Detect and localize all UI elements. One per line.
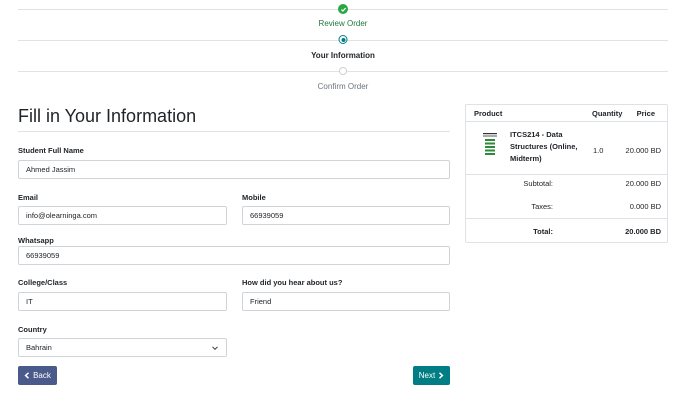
college-label: College/Class xyxy=(18,278,68,287)
product-column-header: Product xyxy=(474,109,503,118)
heard-about-input[interactable]: Friend xyxy=(242,292,450,311)
total-divider xyxy=(466,218,667,219)
cart-line-item: ITCS214 - Data Structures (Online, Midte… xyxy=(466,122,667,175)
step-review-order[interactable]: Review Order xyxy=(263,19,423,28)
checkout-progress: Review Order Your Information Confirm Or… xyxy=(18,0,668,96)
mobile-input[interactable]: 66939059 xyxy=(242,206,450,225)
email-input[interactable]: info@olearninga.com xyxy=(18,206,227,225)
price-column-header: Price xyxy=(636,109,655,118)
student-name-label: Student Full Name xyxy=(18,146,84,155)
country-selected-value: Bahrain xyxy=(26,343,52,352)
subtotal-value: 20.000 BD xyxy=(625,179,661,188)
order-summary-header: Product Quantity Price xyxy=(466,105,667,122)
mobile-label: Mobile xyxy=(242,193,266,202)
product-price: 20.000 BD xyxy=(625,146,661,155)
product-thumbnail xyxy=(482,132,498,158)
whatsapp-label: Whatsapp xyxy=(18,236,54,245)
step-done-icon xyxy=(338,4,348,14)
step-current-icon xyxy=(338,35,348,44)
step-confirm-order: Confirm Order xyxy=(317,82,369,91)
chevron-right-icon xyxy=(439,372,444,379)
country-label: Country xyxy=(18,325,47,334)
title-divider xyxy=(18,131,450,132)
chevron-left-icon xyxy=(24,372,30,379)
back-button[interactable]: Back xyxy=(18,366,57,385)
product-quantity: 1.0 xyxy=(593,146,604,155)
step-your-information: Your Information xyxy=(311,51,375,60)
whatsapp-input[interactable]: 66939059 xyxy=(18,246,450,265)
order-summary: Product Quantity Price ITCS214 - Data St… xyxy=(465,104,668,243)
total-value: 20.000 BD xyxy=(625,227,661,236)
college-input[interactable]: IT xyxy=(18,292,227,311)
total-label: Total: xyxy=(533,227,553,236)
chevron-down-icon xyxy=(212,346,218,351)
next-button[interactable]: Next xyxy=(413,366,450,385)
email-label: Email xyxy=(18,193,39,202)
next-button-label: Next xyxy=(418,371,436,380)
quantity-column-header: Quantity xyxy=(592,109,623,118)
country-select[interactable]: Bahrain xyxy=(18,338,227,357)
product-name[interactable]: ITCS214 - Data Structures (Online, Midte… xyxy=(510,129,582,165)
heard-about-label: How did you hear about us? xyxy=(242,278,343,287)
back-button-label: Back xyxy=(33,371,51,380)
step-pending-icon xyxy=(339,67,347,75)
taxes-value: 0.000 BD xyxy=(629,202,661,211)
student-name-input[interactable]: Ahmed Jassim xyxy=(18,160,450,179)
page-title: Fill in Your Information xyxy=(18,106,197,126)
taxes-label: Taxes: xyxy=(531,202,553,211)
subtotal-label: Subtotal: xyxy=(523,179,553,188)
